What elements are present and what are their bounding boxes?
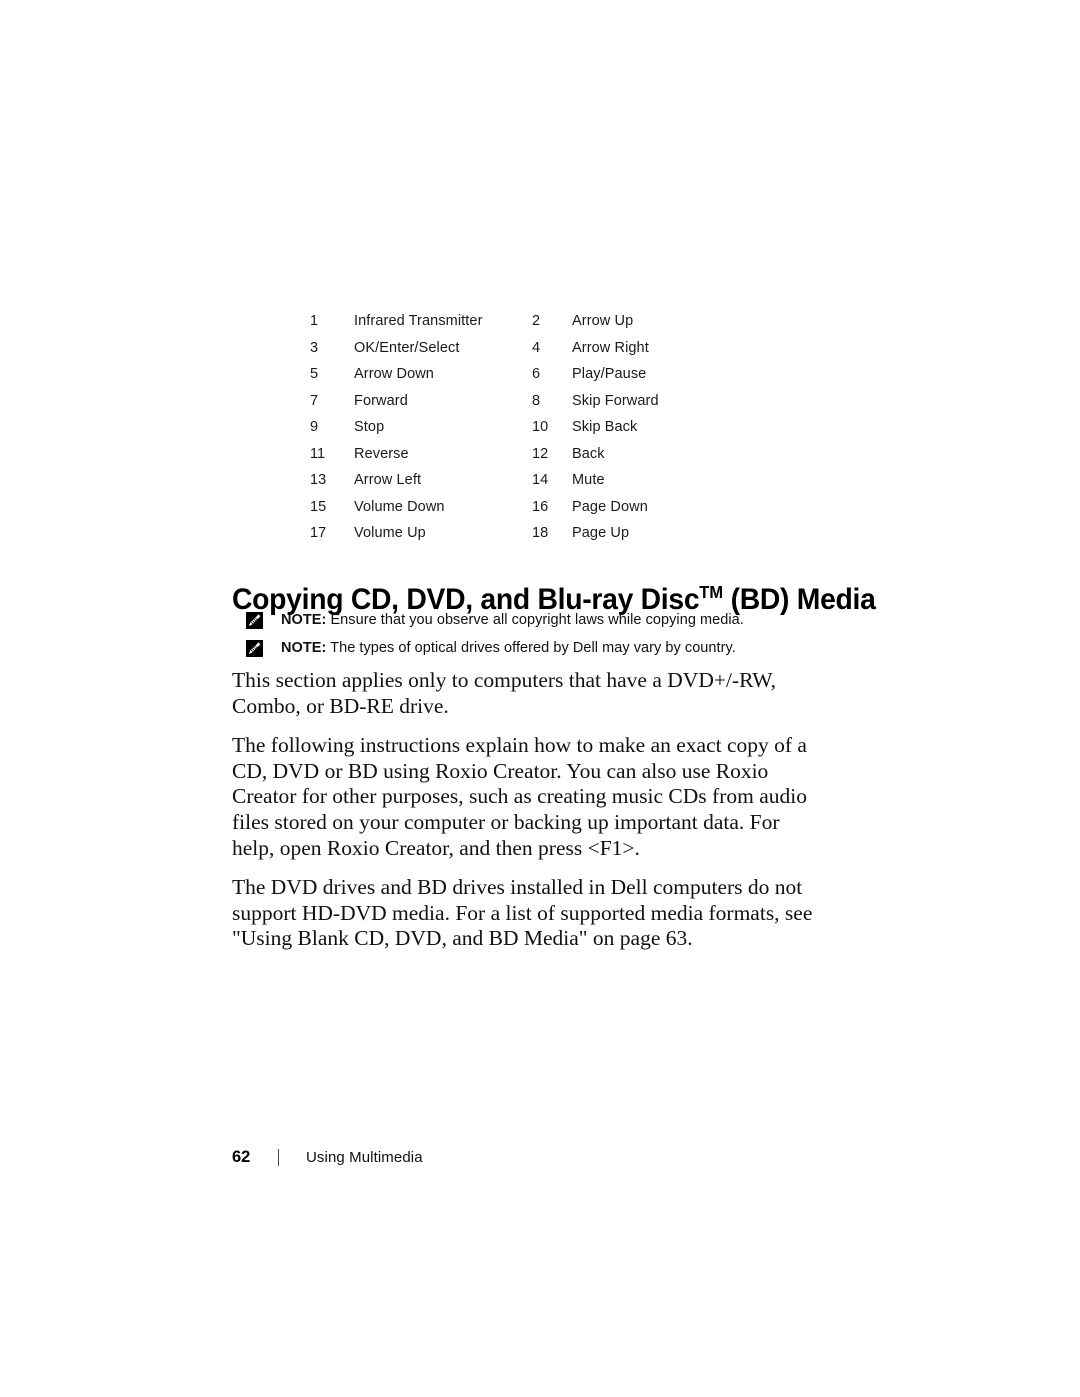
legend-number-right: 4	[532, 339, 541, 356]
legend-label-left: Stop	[354, 419, 385, 435]
legend-label-left: Volume Down	[354, 498, 445, 515]
page-footer: 62 Using Multimedia	[232, 1148, 423, 1167]
legend-number-right: 8	[532, 392, 541, 409]
note-label: NOTE:	[281, 612, 327, 628]
note-body: Ensure that you observe all copyright la…	[326, 612, 744, 628]
note-text: NOTE: Ensure that you observe all copyri…	[281, 610, 744, 630]
document-page: 1 Infrared Transmitter 2 Arrow Up 3 OK/E…	[0, 0, 1080, 1397]
legend-label-right: Play/Pause	[572, 366, 647, 382]
note-callouts: NOTE: Ensure that you observe all copyri…	[246, 610, 866, 666]
legend-label-right: Skip Back	[572, 419, 638, 435]
note-callout: NOTE: Ensure that you observe all copyri…	[246, 610, 866, 637]
legend-number-right: 16	[532, 498, 549, 515]
legend-label-left: OK/Enter/Select	[354, 339, 460, 356]
legend-number-right: 10	[532, 419, 549, 435]
note-pencil-icon	[246, 612, 263, 629]
legend-label-right: Arrow Up	[572, 313, 634, 329]
legend-number-left: 5	[310, 366, 319, 382]
note-callout: NOTE: The types of optical drives offere…	[246, 638, 866, 665]
legend-number-right: 6	[532, 366, 541, 382]
paragraph-instructions: The following instructions explain how t…	[232, 733, 807, 860]
table-row: 11 Reverse 12 Back	[310, 441, 730, 468]
body-content: This section applies only to computers t…	[232, 668, 820, 952]
legend-label-right: Back	[572, 445, 605, 462]
legend-table-body: 1 Infrared Transmitter 2 Arrow Up 3 OK/E…	[310, 308, 730, 547]
legend-number-left: 13	[310, 472, 327, 488]
page-number: 62	[232, 1148, 251, 1166]
table-row: 9 Stop 10 Skip Back	[310, 414, 730, 441]
legend-label-right: Skip Forward	[572, 392, 659, 409]
legend-label-left: Volume Up	[354, 525, 426, 541]
legend-number-left: 7	[310, 392, 319, 409]
table-row: 1 Infrared Transmitter 2 Arrow Up	[310, 308, 730, 335]
paragraph-hd-dvd-note: The DVD drives and BD drives installed i…	[232, 875, 813, 951]
footer-divider	[278, 1149, 279, 1166]
footer-section-title: Using Multimedia	[306, 1149, 423, 1166]
remote-control-legend-table: 1 Infrared Transmitter 2 Arrow Up 3 OK/E…	[310, 308, 730, 547]
table-row: 7 Forward 8 Skip Forward	[310, 388, 730, 415]
table-row: 15 Volume Down 16 Page Down	[310, 494, 730, 521]
table-row: 3 OK/Enter/Select 4 Arrow Right	[310, 335, 730, 362]
legend-number-right: 2	[532, 313, 541, 329]
note-pencil-icon	[246, 640, 263, 657]
note-label: NOTE:	[281, 640, 327, 656]
legend-label-right: Page Down	[572, 498, 648, 515]
legend-label-left: Arrow Down	[354, 366, 434, 382]
legend-number-right: 18	[532, 525, 549, 541]
paragraph-scope-note: This section applies only to computers t…	[232, 668, 776, 718]
trademark-symbol: TM	[699, 582, 724, 602]
note-body: The types of optical drives offered by D…	[326, 640, 736, 656]
legend-number-left: 17	[310, 525, 327, 541]
legend-number-left: 3	[310, 339, 319, 356]
table-row: 5 Arrow Down 6 Play/Pause	[310, 361, 730, 388]
table-row: 13 Arrow Left 14 Mute	[310, 467, 730, 494]
table-row: 17 Volume Up 18 Page Up	[310, 520, 730, 547]
legend-number-left: 15	[310, 498, 327, 515]
legend-label-right: Arrow Right	[572, 339, 649, 356]
note-text: NOTE: The types of optical drives offere…	[281, 638, 736, 658]
legend-number-right: 12	[532, 445, 549, 462]
legend-number-left: 11	[310, 445, 326, 462]
legend-label-left: Reverse	[354, 445, 409, 462]
legend-number-left: 9	[310, 419, 319, 435]
legend-label-left: Infrared Transmitter	[354, 313, 483, 329]
legend-label-left: Arrow Left	[354, 472, 422, 488]
legend-label-right: Page Up	[572, 525, 630, 541]
legend-number-right: 14	[532, 472, 549, 488]
legend-label-left: Forward	[354, 392, 408, 409]
legend-label-right: Mute	[572, 472, 605, 488]
legend-number-left: 1	[310, 313, 319, 329]
